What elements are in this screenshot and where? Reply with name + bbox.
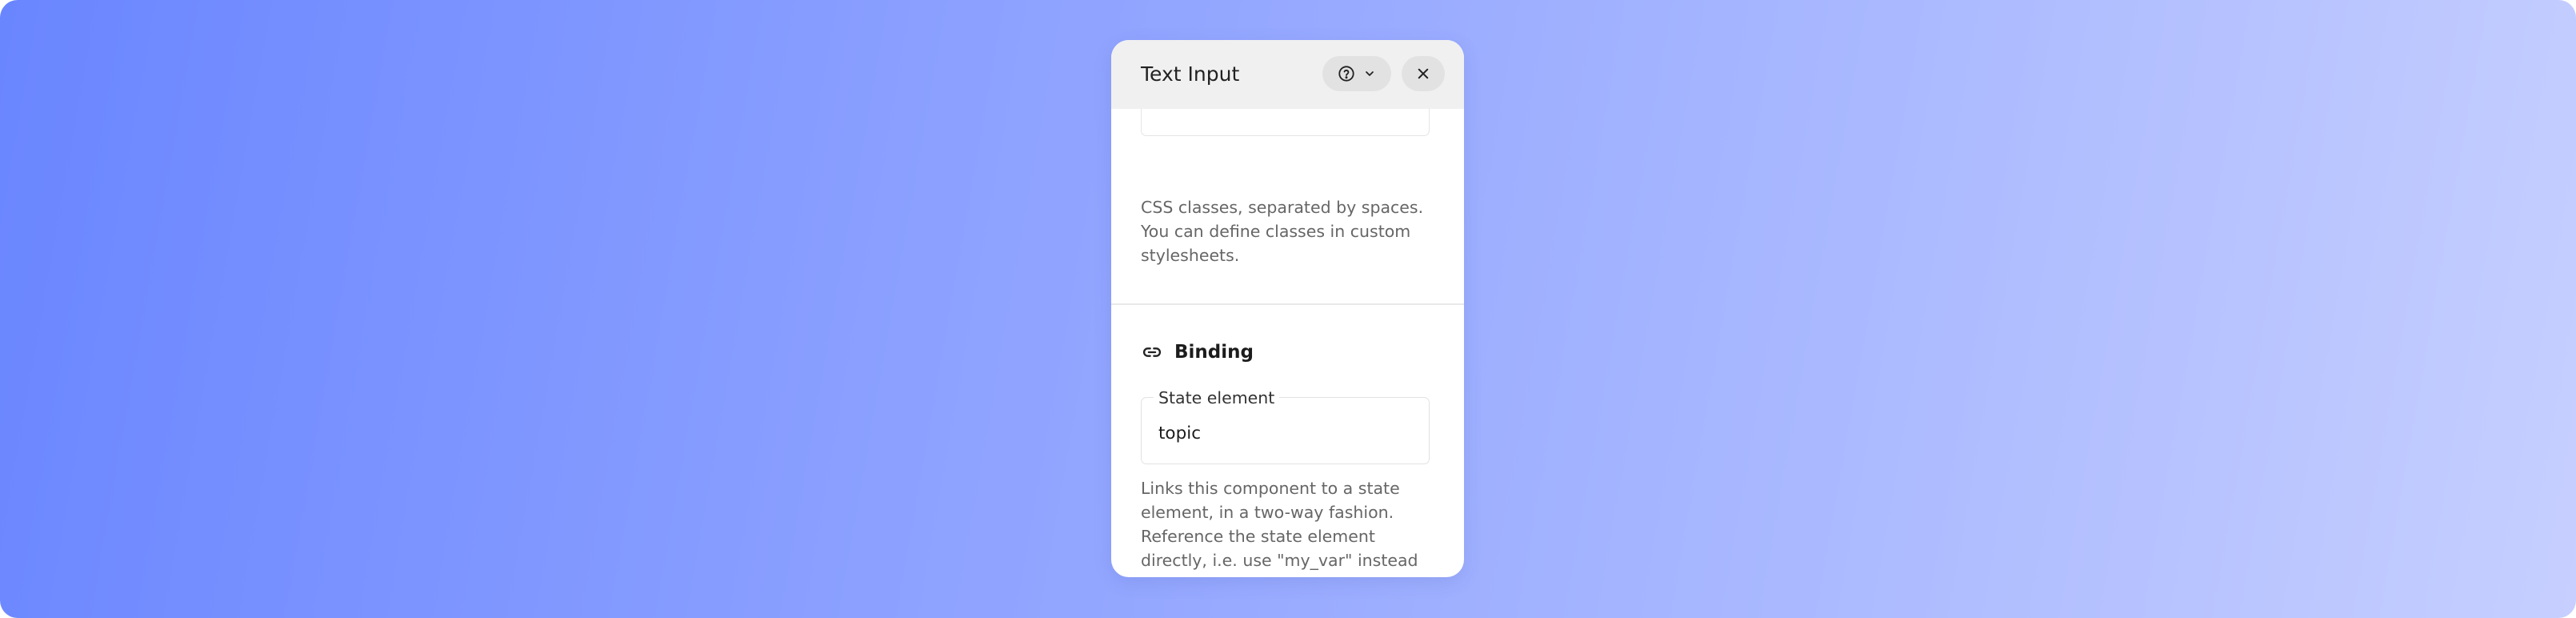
panel-title: Text Input (1141, 62, 1240, 86)
link-icon (1141, 341, 1163, 363)
help-button[interactable] (1322, 56, 1391, 91)
panel-content[interactable]: CSS classes, separated by spaces. You ca… (1111, 109, 1464, 577)
state-element-field: State element (1141, 388, 1430, 464)
page-background: Text Input CSS classes, separated by spa… (0, 0, 2576, 618)
close-button[interactable] (1402, 56, 1445, 91)
close-icon (1416, 66, 1430, 81)
binding-help-text: Links this component to a state element,… (1141, 479, 1418, 577)
panel-header: Text Input (1111, 40, 1464, 109)
binding-section-title: Binding (1174, 342, 1254, 363)
binding-section-header: Binding (1141, 336, 1254, 368)
settings-panel: Text Input CSS classes, separated by spa… (1111, 40, 1464, 577)
chevron-down-icon (1363, 67, 1376, 80)
state-element-label: State element (1154, 388, 1280, 407)
question-circle-icon (1338, 65, 1355, 82)
state-element-input[interactable] (1158, 419, 1414, 447)
css-classes-input[interactable] (1141, 109, 1430, 136)
css-classes-help-text: CSS classes, separated by spaces. You ca… (1141, 198, 1424, 265)
section-divider (1111, 303, 1464, 305)
